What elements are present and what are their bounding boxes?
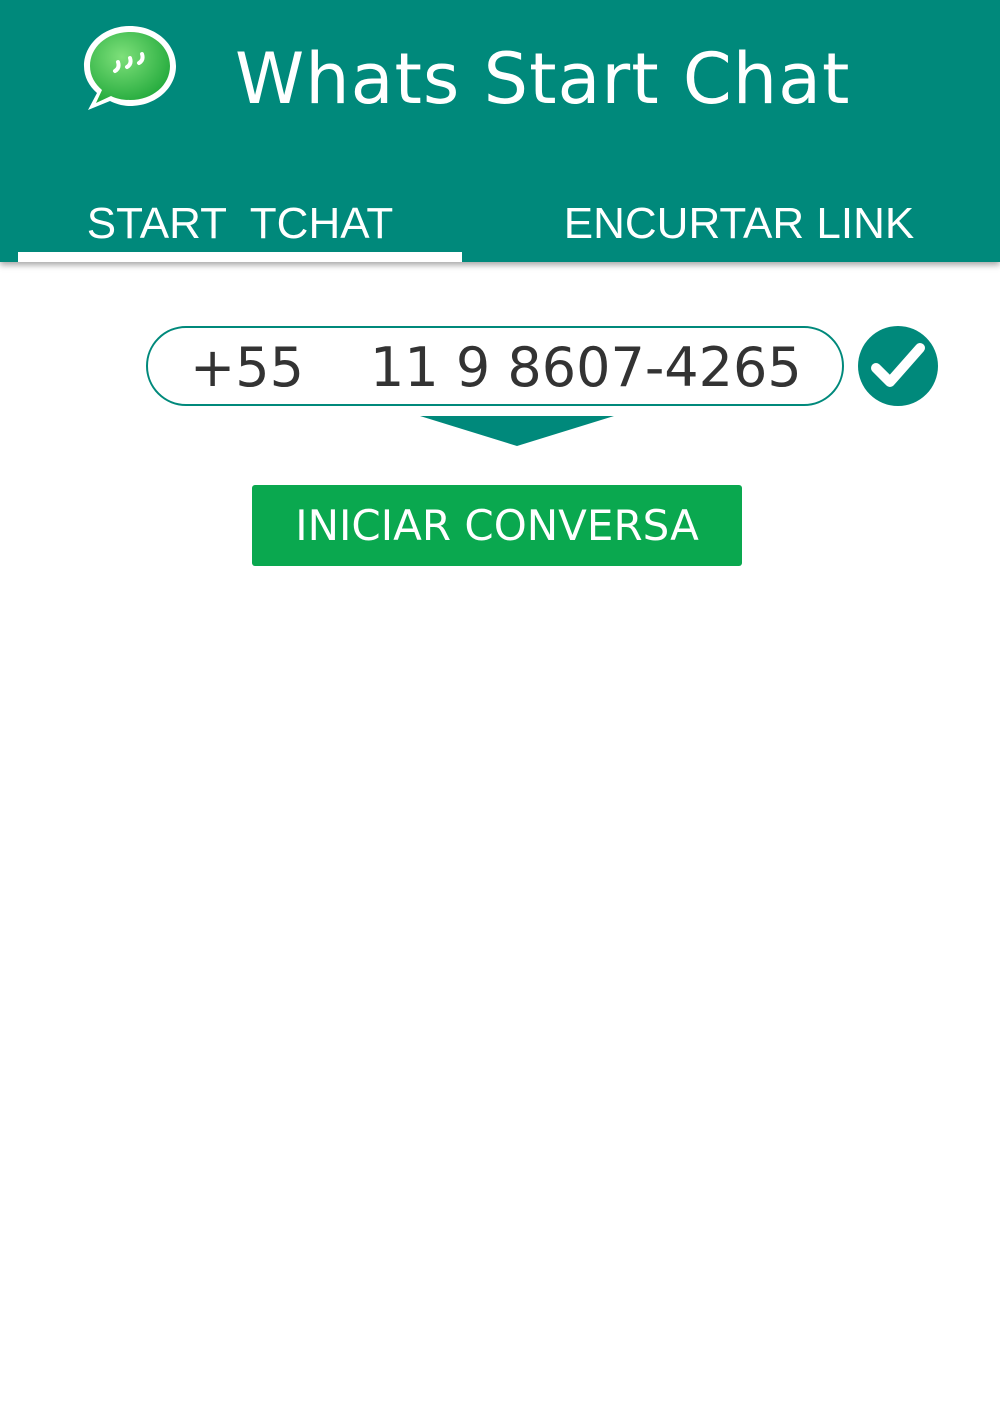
whatsapp-logo-icon (80, 22, 180, 114)
start-conversation-button[interactable]: INICIAR CONVERSA (252, 485, 742, 566)
app-header: Whats Start Chat START TCHAT ENCURTAR LI… (0, 0, 1000, 262)
active-tab-indicator (18, 252, 462, 262)
phone-number-field[interactable]: +55 11 9 8607-4265 (146, 326, 844, 406)
chevron-down-icon[interactable] (420, 416, 614, 448)
checkmark-icon (871, 343, 925, 387)
app-title: Whats Start Chat (235, 38, 851, 120)
country-code-input[interactable]: +55 (190, 336, 304, 400)
confirm-button[interactable] (858, 326, 938, 406)
tab-shorten-link[interactable]: ENCURTAR LINK (500, 196, 978, 262)
phone-number-input[interactable]: 11 9 8607-4265 (370, 336, 802, 400)
